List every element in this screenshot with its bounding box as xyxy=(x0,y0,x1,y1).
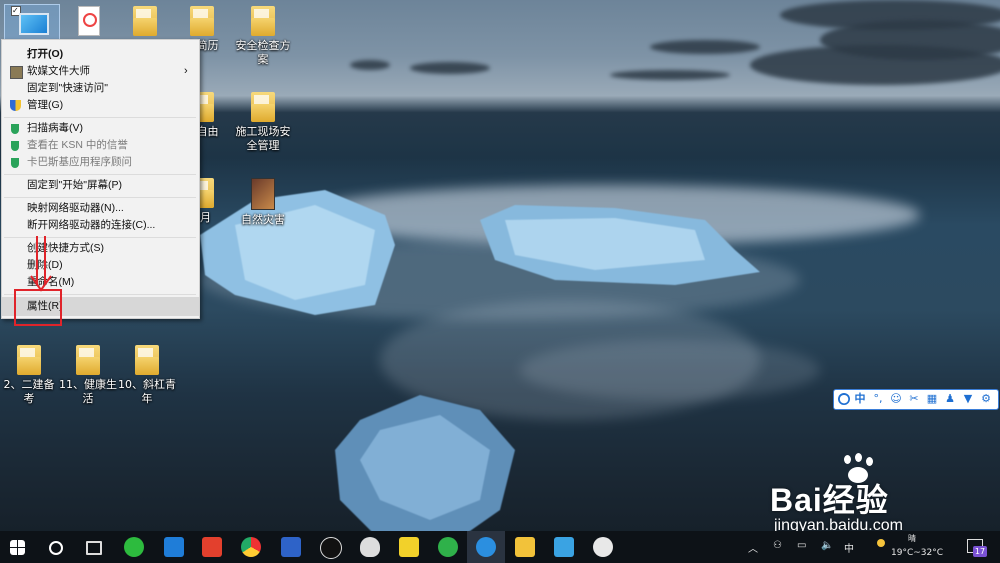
this-pc-icon[interactable]: ✓ xyxy=(4,4,60,42)
refresh-app-icon[interactable] xyxy=(438,537,458,557)
ime-logo-icon[interactable]: ● xyxy=(838,393,850,405)
menu-item-pin-start[interactable]: 固定到"开始"屏幕(P) xyxy=(2,177,199,194)
softmedia-icon xyxy=(10,66,23,79)
desktop-folder[interactable]: 2、二建备考 xyxy=(0,345,58,406)
keyboard-icon[interactable]: ▦ xyxy=(926,393,938,405)
clock-app-icon[interactable] xyxy=(593,537,613,557)
book-label: 自然灾害 xyxy=(241,213,285,226)
windows-start-icon[interactable] xyxy=(10,540,25,555)
folder-label: 11、健康生活 xyxy=(59,378,117,405)
cortana-search-icon[interactable] xyxy=(49,541,63,555)
desktop-book[interactable]: 自然灾害 xyxy=(232,178,294,227)
kaspersky-icon xyxy=(11,124,19,134)
watermark-brand: Bai经验 xyxy=(770,482,889,518)
submenu-chevron-icon: › xyxy=(184,65,188,77)
battery-icon[interactable]: ▭ xyxy=(797,540,806,551)
task-view-icon[interactable] xyxy=(86,541,102,555)
document-icon[interactable] xyxy=(58,6,120,36)
menu-item-open[interactable]: 打开(O) xyxy=(2,46,199,63)
baidu-translate-icon[interactable] xyxy=(281,537,301,557)
notification-count-badge: 17 xyxy=(973,546,987,557)
kaspersky-icon xyxy=(11,158,19,168)
book-icon xyxy=(251,178,275,210)
folder-icon xyxy=(251,92,275,122)
taskbar: ︿ ⚇ ▭ 🔈 中 晴 19°C~32°C 17 xyxy=(0,531,1000,563)
yellow-app-icon[interactable] xyxy=(399,537,419,557)
menu-item-pin-quick-access[interactable]: 固定到"快速访问" xyxy=(2,80,199,97)
uac-shield-icon xyxy=(10,100,21,111)
folder-icon xyxy=(190,6,214,36)
input-language-indicator[interactable]: 中 xyxy=(844,540,854,555)
desktop-folder[interactable]: 安全检查方案 xyxy=(232,6,294,67)
desktop-folder[interactable]: 施工现场安全管理 xyxy=(232,92,294,153)
menu-item-scan-virus[interactable]: 扫描病毒(V) xyxy=(2,120,199,137)
volume-icon[interactable]: 🔈 xyxy=(821,540,833,551)
edge-icon[interactable] xyxy=(476,537,496,557)
wechat-icon[interactable] xyxy=(124,537,144,557)
emoji-icon[interactable]: ☺ xyxy=(890,393,902,405)
mask-app-icon[interactable] xyxy=(360,537,380,557)
folder-icon xyxy=(17,345,41,375)
settings-gear-icon[interactable]: ⚙ xyxy=(980,393,992,405)
folder-icon xyxy=(135,345,159,375)
calendar-app-icon[interactable] xyxy=(164,537,184,557)
annotation-arrow-icon xyxy=(30,236,52,292)
user-icon[interactable]: ♟ xyxy=(944,393,956,405)
menu-item-manage[interactable]: 管理(G) xyxy=(2,97,199,114)
pdf-document-icon xyxy=(78,6,100,36)
remote-desktop-icon[interactable] xyxy=(554,537,574,557)
folder-icon xyxy=(76,345,100,375)
scissors-icon[interactable]: ✂ xyxy=(908,393,920,405)
monitor-icon xyxy=(19,13,49,35)
menu-item-disconnect-drive[interactable]: 断开网络驱动器的连接(C)... xyxy=(2,217,199,234)
desktop-folder[interactable]: 11、健康生活 xyxy=(57,345,119,406)
ice-block-center xyxy=(480,205,760,285)
weather-temperature[interactable]: 19°C~32°C xyxy=(891,548,943,558)
folder-label: 10、斜杠青年 xyxy=(118,378,176,405)
ime-language-toggle[interactable]: 中 xyxy=(854,393,866,405)
weather-condition: 晴 xyxy=(908,534,916,543)
folder-label: 施工现场安全管理 xyxy=(235,125,291,152)
document-icon[interactable] xyxy=(114,6,176,39)
skin-shirt-icon[interactable]: ▼ xyxy=(962,393,974,405)
punctuation-icon[interactable]: °, xyxy=(872,393,884,405)
kaspersky-icon xyxy=(11,141,19,151)
menu-item-kaspersky-advisor[interactable]: 卡巴斯基应用程序顾问 xyxy=(2,154,199,171)
menu-item-map-drive[interactable]: 映射网络驱动器(N)... xyxy=(2,200,199,217)
properties-highlight-box xyxy=(14,289,62,326)
folder-document-icon xyxy=(133,6,157,36)
file-explorer-icon[interactable] xyxy=(515,537,535,557)
folder-label: 安全检查方案 xyxy=(235,39,291,66)
folder-label: 2、二建备考 xyxy=(3,378,55,405)
youku-icon[interactable] xyxy=(202,537,222,557)
folder-icon xyxy=(251,6,275,36)
chrome-icon[interactable] xyxy=(241,537,261,557)
tray-expand-icon[interactable]: ︿ xyxy=(748,540,758,555)
menu-item-ksn-reputation[interactable]: 查看在 KSN 中的信誉 xyxy=(2,137,199,154)
qq-icon[interactable] xyxy=(320,537,342,559)
desktop-folder[interactable]: 10、斜杠青年 xyxy=(116,345,178,406)
tray-app-icon[interactable]: ⚇ xyxy=(773,540,782,551)
ime-toolbar[interactable]: ● 中 °, ☺ ✂ ▦ ♟ ▼ ⚙ xyxy=(833,389,999,410)
ice-block-bottom xyxy=(335,395,515,545)
menu-item-softmedia[interactable]: 软媒文件大师 › xyxy=(2,63,199,80)
weather-sun-icon xyxy=(877,539,885,547)
